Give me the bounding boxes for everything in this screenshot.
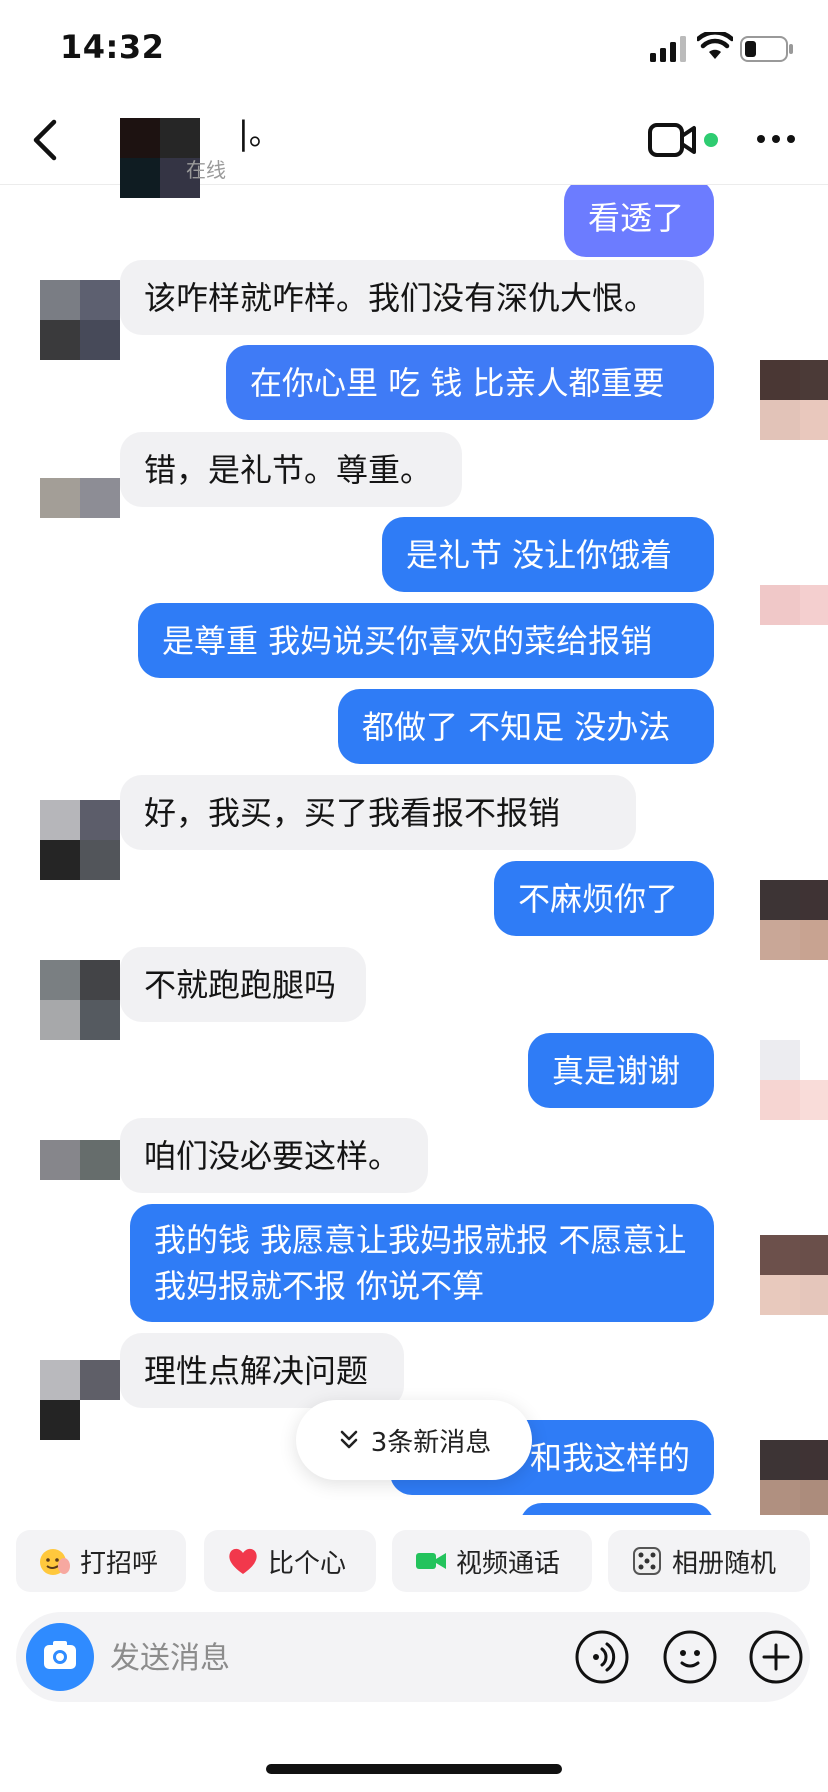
video-camera-icon [414, 1544, 448, 1578]
quick-action-heart[interactable]: 比个心 [204, 1530, 376, 1592]
message-bubble-incoming[interactable]: 咱们没必要这样。 [120, 1118, 428, 1193]
contact-status: 在线 [186, 158, 226, 182]
message-input[interactable] [108, 1630, 552, 1686]
wave-emoji-icon [38, 1544, 72, 1578]
new-messages-pill[interactable]: 3条新消息 [296, 1400, 532, 1480]
message-bubble-outgoing-partial[interactable] [520, 1503, 714, 1515]
message-text: 真是谢谢 [552, 1051, 681, 1090]
online-status-dot [704, 133, 718, 147]
message-text: 该咋样就咋样。我们没有深仇大恨。 [144, 278, 657, 317]
dice-icon [630, 1544, 664, 1578]
quick-action-label: 比个心 [268, 1548, 347, 1579]
status-time: 14:32 [60, 28, 165, 66]
message-text: 和我这样的 [529, 1438, 690, 1477]
chat-message-list[interactable]: 看透了 该咋样就咋样。我们没有深仇大恨。 在你心里 吃 钱 比亲人都重要 错，是… [0, 185, 828, 1515]
back-arrow-icon[interactable] [28, 118, 64, 162]
new-messages-label: 3条新消息 [370, 1427, 492, 1458]
message-bubble-incoming[interactable]: 不就跑跑腿吗 [120, 947, 366, 1022]
message-text: 咱们没必要这样。 [144, 1136, 401, 1175]
sender-avatar[interactable] [40, 478, 120, 558]
message-text: 在你心里 吃 钱 比亲人都重要 [250, 363, 665, 402]
sender-avatar[interactable] [40, 280, 120, 360]
message-bubble-incoming[interactable]: 理性点解决问题 [120, 1333, 404, 1408]
camera-icon [44, 1641, 76, 1669]
plus-icon[interactable] [748, 1629, 804, 1685]
quick-action-label: 打招呼 [80, 1548, 159, 1579]
message-text: 理性点解决问题 [144, 1351, 369, 1390]
wifi-icon [697, 32, 733, 59]
message-input-bar [16, 1612, 810, 1702]
message-bubble-incoming[interactable]: 好，我买，买了我看报不报销 [120, 775, 636, 850]
camera-button[interactable] [26, 1623, 94, 1691]
my-avatar[interactable] [760, 880, 828, 960]
home-indicator [266, 1764, 562, 1774]
more-options-icon[interactable] [756, 132, 796, 146]
sender-avatar[interactable] [40, 800, 120, 880]
sender-avatar[interactable] [40, 1140, 120, 1220]
emoji-icon[interactable] [662, 1629, 718, 1685]
message-bubble-outgoing[interactable]: 真是谢谢 [528, 1033, 714, 1108]
double-chevron-down-icon [340, 1430, 358, 1449]
message-bubble-outgoing[interactable]: 是礼节 没让你饿着 [382, 517, 714, 592]
contact-name: |。 [238, 114, 281, 152]
message-text: 不麻烦你了 [518, 879, 679, 918]
quick-action-label: 视频通话 [456, 1548, 561, 1579]
message-bubble-incoming[interactable]: 该咋样就咋样。我们没有深仇大恨。 [120, 260, 704, 335]
signal-icon [650, 36, 686, 62]
quick-action-video-call[interactable]: 视频通话 [392, 1530, 592, 1592]
message-text: 好，我买，买了我看报不报销 [144, 793, 561, 832]
message-bubble-outgoing[interactable]: 都做了 不知足 没办法 [338, 689, 714, 764]
my-avatar[interactable] [760, 1440, 828, 1515]
message-bubble-outgoing[interactable]: 在你心里 吃 钱 比亲人都重要 [226, 345, 714, 420]
message-bubble-incoming[interactable]: 错，是礼节。尊重。 [120, 432, 462, 507]
sender-avatar[interactable] [40, 1360, 120, 1440]
quick-action-label: 相册随机 [672, 1548, 777, 1579]
sender-avatar[interactable] [40, 960, 120, 1040]
quick-action-album-random[interactable]: 相册随机 [608, 1530, 810, 1592]
message-bubble-outgoing[interactable]: 不麻烦你了 [494, 861, 714, 936]
my-avatar[interactable] [760, 1235, 828, 1315]
my-avatar[interactable] [760, 545, 828, 625]
quick-action-greet[interactable]: 打招呼 [16, 1530, 186, 1592]
message-text: 是礼节 没让你饿着 [406, 535, 673, 574]
message-bubble-outgoing[interactable]: 看透了 [564, 185, 714, 257]
video-call-icon[interactable] [648, 122, 696, 158]
voice-message-icon[interactable] [574, 1629, 630, 1685]
message-text: 看透了 [588, 199, 685, 237]
battery-icon [740, 36, 793, 62]
heart-icon [226, 1544, 260, 1578]
message-bubble-outgoing[interactable]: 是尊重 我妈说买你喜欢的菜给报销 [138, 603, 714, 678]
my-avatar[interactable] [760, 360, 828, 440]
message-text: 都做了 不知足 没办法 [362, 707, 671, 746]
message-text: 我的钱 我愿意让我妈报就报 不愿意让我妈报就不报 你说不算 [154, 1221, 687, 1305]
message-bubble-outgoing[interactable]: 我的钱 我愿意让我妈报就报 不愿意让我妈报就不报 你说不算 [130, 1204, 714, 1322]
message-text: 错，是礼节。尊重。 [144, 450, 433, 489]
chat-header: |。 在线 [0, 96, 828, 198]
message-text: 是尊重 我妈说买你喜欢的菜给报销 [162, 621, 653, 660]
message-text: 不就跑跑腿吗 [144, 965, 337, 1004]
my-avatar[interactable] [760, 1040, 828, 1120]
